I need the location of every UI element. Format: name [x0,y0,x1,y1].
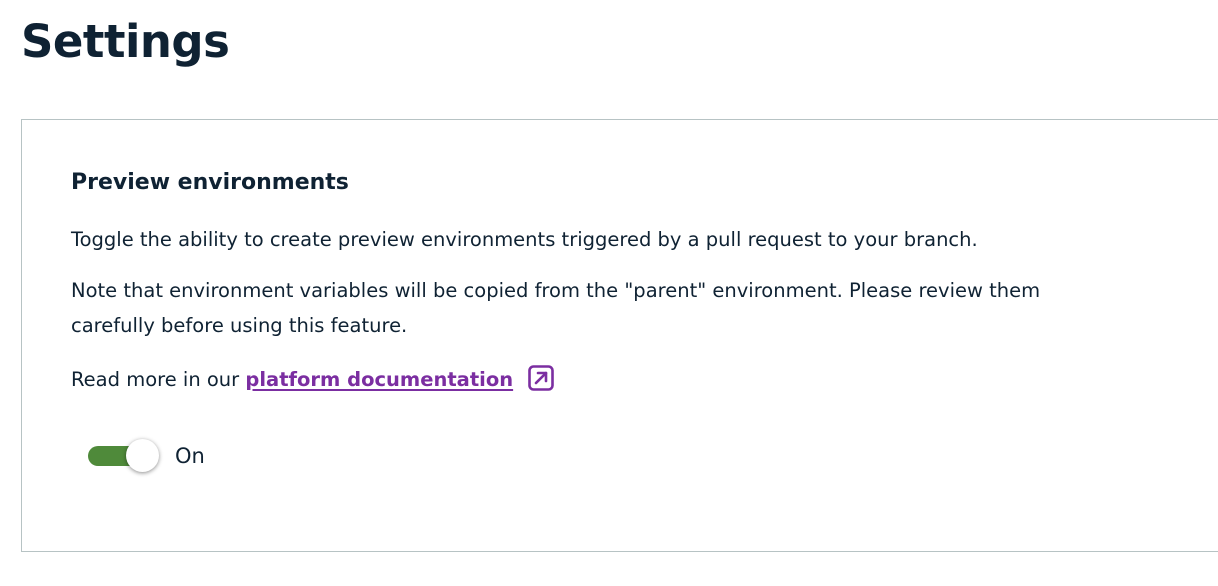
toggle-state-label: On [175,444,205,468]
section-title: Preview environments [71,170,349,195]
description-text: Toggle the ability to create preview env… [71,228,978,251]
preview-environments-toggle[interactable] [86,436,162,476]
page-title: Settings [21,15,230,68]
preview-environments-card: Preview environments Toggle the ability … [21,119,1218,552]
platform-documentation-link[interactable]: platform documentation [245,368,513,391]
note-text: Note that environment variables will be … [71,279,1041,337]
read-more-prefix: Read more in our [71,368,246,391]
read-more-text: Read more in our platform documentation [71,362,1171,397]
toggle-knob [126,439,159,472]
preview-environments-toggle-row: On [86,436,205,476]
external-link-icon[interactable] [527,364,555,392]
